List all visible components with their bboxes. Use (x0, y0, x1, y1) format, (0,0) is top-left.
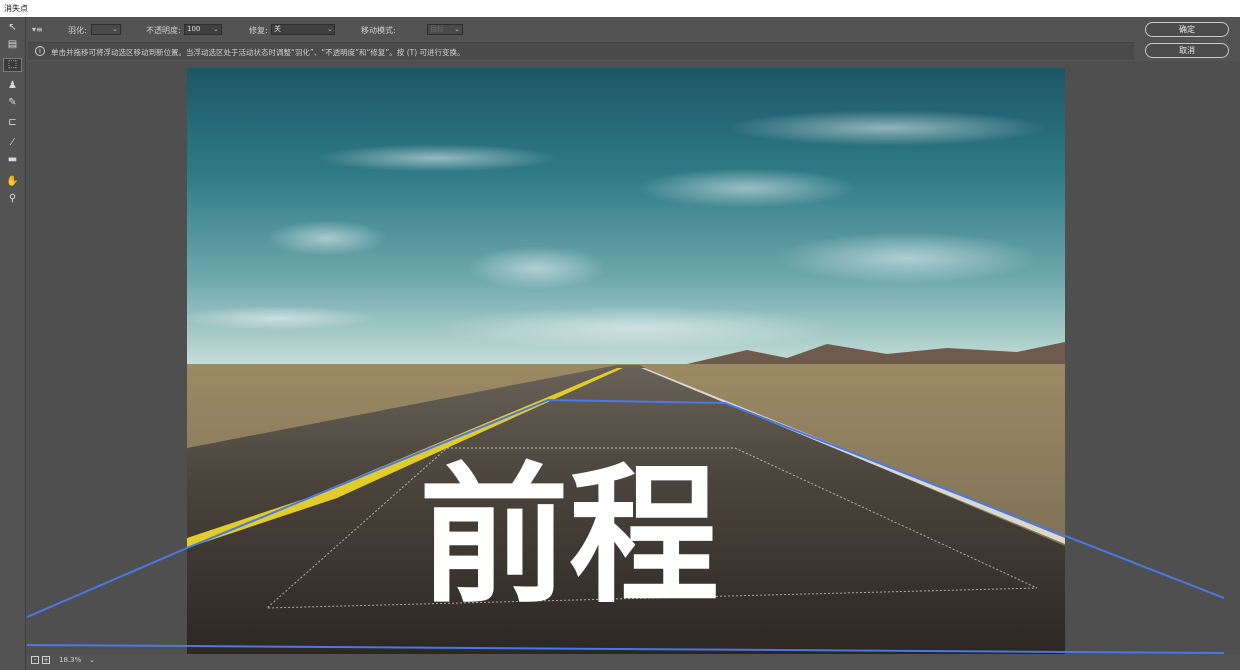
canvas-photo[interactable]: 前程 (187, 68, 1065, 654)
marquee-tool-icon: ⬚ (7, 59, 18, 70)
heal-select[interactable]: 关 (271, 24, 335, 35)
eyedropper-tool-icon: ⁄ (11, 137, 14, 148)
stamp-tool[interactable]: ♟ (3, 79, 22, 93)
zoom-tool-icon: ⚲ (8, 193, 17, 204)
edit-plane-tool[interactable]: ↖ (3, 21, 22, 35)
zoom-in-icon[interactable]: + (42, 656, 50, 664)
transform-tool-icon: ⊏ (8, 117, 17, 128)
edit-plane-tool-icon: ↖ (8, 22, 17, 33)
heal-chevron-down-icon[interactable]: ⌄ (327, 25, 333, 33)
hand-tool[interactable]: ✋ (3, 175, 22, 189)
opacity-label: 不透明度: (146, 26, 181, 35)
info-bar: i 单击并拖移可将浮动选区移动到新位置。当浮动选区处于活动状态时调整“羽化”、“… (28, 42, 1134, 60)
feather-label: 羽化: (68, 26, 87, 35)
measure-tool[interactable]: ▬ (3, 153, 22, 167)
status-bar: - + 18.3% ⌄ (27, 654, 1240, 670)
zoom-chevron-down-icon[interactable]: ⌄ (89, 656, 95, 664)
brush-tool-icon: ✎ (8, 97, 17, 108)
move-mode-chevron-down-icon[interactable]: ⌄ (454, 25, 460, 33)
opacity-chevron-down-icon[interactable]: ⌄ (213, 25, 219, 33)
eyedropper-tool[interactable]: ⁄ (3, 136, 22, 150)
create-plane-tool[interactable]: ▤ (3, 38, 22, 52)
brush-tool[interactable]: ✎ (3, 96, 22, 110)
zoom-out-icon[interactable]: - (31, 656, 39, 664)
options-bar: ▾≡ 羽化: ⌄ 不透明度: 100 ⌄ 修复: 关 ⌄ 移动模式: 目标 ⌄ (28, 17, 1240, 42)
ok-button[interactable]: 确定 (1145, 22, 1229, 37)
stamp-tool-icon: ♟ (8, 80, 17, 91)
menu-icon[interactable]: ▾≡ (32, 25, 43, 34)
road-photo: 前程 (187, 68, 1065, 654)
feather-chevron-down-icon[interactable]: ⌄ (112, 25, 118, 33)
tool-palette: ↖ ▤ ⬚ ♟ ✎ ⊏ ⁄ ▬ ✋ ⚲ (0, 17, 26, 670)
cancel-button[interactable]: 取消 (1145, 43, 1229, 58)
hand-tool-icon: ✋ (6, 176, 19, 187)
road-text: 前程 (419, 450, 719, 624)
info-icon: i (35, 46, 45, 56)
create-plane-tool-icon: ▤ (7, 39, 18, 50)
heal-label: 修复: (249, 26, 268, 35)
marquee-tool[interactable]: ⬚ (3, 58, 22, 72)
measure-tool-icon: ▬ (7, 154, 18, 165)
transform-tool[interactable]: ⊏ (3, 116, 22, 130)
info-text: 单击并拖移可将浮动选区移动到新位置。当浮动选区处于活动状态时调整“羽化”、“不透… (51, 48, 465, 57)
zoom-tool[interactable]: ⚲ (3, 192, 22, 206)
window-title: 消失点 (0, 0, 1240, 17)
move-mode-label: 移动模式: (361, 26, 396, 35)
zoom-level[interactable]: 18.3% (59, 656, 81, 664)
